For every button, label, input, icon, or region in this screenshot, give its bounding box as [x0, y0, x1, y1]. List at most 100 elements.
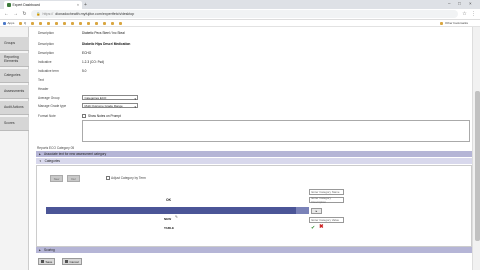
field-label: Description — [38, 31, 54, 35]
bookmark-item[interactable] — [119, 21, 123, 25]
browser-tab[interactable]: Expert Dashboard × — [4, 1, 82, 9]
close-window-button[interactable]: × — [469, 1, 472, 6]
field-label: Indicative — [38, 60, 52, 64]
notes-textarea[interactable] — [82, 120, 470, 142]
bookmark-icon — [55, 21, 59, 25]
bookmark-item[interactable] — [31, 21, 35, 25]
field-label: Indicative term — [38, 69, 59, 73]
page-scrollbar[interactable] — [472, 27, 480, 270]
bookmark-icon — [95, 21, 99, 25]
category-value-input[interactable]: Enter Category Value — [309, 217, 344, 223]
manage-grade-select[interactable]: Multi Outcome Grade Range ▾ — [82, 103, 138, 109]
bookmark-item[interactable] — [55, 21, 59, 25]
bookmark-icon — [119, 21, 123, 25]
accept-check-icon[interactable]: ✔ — [311, 225, 315, 231]
categories-section-bar[interactable]: ▼ Categories — [36, 158, 472, 164]
bookmark-icon — [87, 21, 91, 25]
collapse-triangle-icon: ▼ — [39, 159, 42, 163]
other-bookmarks[interactable]: Other bookmarks — [440, 21, 468, 25]
tab-close-icon[interactable]: × — [77, 3, 79, 7]
new-tab-button[interactable]: + — [84, 2, 87, 8]
category-item[interactable]: TABLE — [164, 226, 174, 230]
reject-x-icon[interactable]: ✖ — [319, 224, 324, 230]
sidebar-item-groups[interactable]: Groups — [0, 37, 29, 51]
dropdown-caret-icon: ▾ — [134, 96, 136, 101]
field-label: Description — [38, 51, 54, 55]
reload-icon[interactable]: ↻ — [22, 11, 27, 17]
tab-title: Expert Dashboard — [12, 3, 40, 7]
folder-icon — [440, 21, 444, 25]
associate-section-bar[interactable]: ▶ Associate text for new assessment cate… — [36, 151, 472, 157]
expand-triangle-icon: ▶ — [39, 248, 41, 252]
bookmark-item[interactable] — [111, 21, 115, 25]
sidebar-item-audit-actions[interactable]: Audit Actions — [0, 101, 29, 115]
cancel-icon — [65, 260, 68, 263]
show-notes-label: Show Notes on Prompt — [88, 114, 121, 118]
category-name-input[interactable]: Enter Category Name — [309, 189, 344, 195]
bookmark-icon — [71, 21, 75, 25]
show-notes-checkbox[interactable] — [82, 114, 86, 118]
average-group-label: Average Group — [38, 96, 60, 100]
url-field[interactable]: 🔒 https:// dionadochealth.myfujitor.com/… — [31, 10, 458, 18]
field-value: Diabetic Hips Descr/ Medication — [82, 42, 131, 46]
new-category-button[interactable]: New — [50, 175, 63, 182]
dropdown-caret-icon: ▾ — [134, 104, 136, 109]
adjust-category-label: Adjust Category by Term — [111, 176, 146, 180]
selected-category-row[interactable] — [46, 207, 296, 214]
manage-grade-label: Manage Grade type — [38, 104, 67, 108]
edit-pencil-icon[interactable]: ✎ — [175, 215, 178, 219]
bookmark-icon — [31, 21, 35, 25]
bookmark-icon — [39, 21, 43, 25]
save-button[interactable]: Save — [38, 258, 56, 265]
address-toolbar: ← → ↻ 🔒 https:// dionadochealth.myfujito… — [0, 9, 480, 20]
reports-label: Reports ECO Category 05 — [37, 146, 75, 150]
field-value: 1.2.3 (CO: Fsd) — [82, 60, 104, 64]
bookmark-icon — [79, 21, 83, 25]
bookmark-item[interactable] — [47, 21, 51, 25]
expand-triangle-icon: ▶ — [39, 152, 41, 156]
sidebar-item-categories[interactable]: Categories — [0, 69, 29, 83]
url-scheme: https:// — [42, 12, 54, 16]
ok-label: OK — [166, 198, 172, 202]
bookmark-item[interactable] — [95, 21, 99, 25]
scoring-section-bar[interactable]: ▶ Scoring — [36, 247, 472, 253]
field-value: 5.0 — [82, 69, 87, 73]
field-value: ECHO — [82, 51, 92, 55]
bookmark-icon — [47, 21, 51, 25]
delete-category-button[interactable]: Del — [67, 175, 80, 182]
bookmark-icon — [19, 21, 23, 25]
cancel-button[interactable]: Cancel — [62, 258, 82, 265]
forward-icon[interactable]: → — [13, 11, 18, 17]
url-text: dionadochealth.myfujitor.com/expertfetch… — [55, 12, 135, 16]
move-category-button[interactable]: ▸ — [311, 208, 322, 214]
bookmark-icon — [103, 21, 107, 25]
bookmark-item[interactable] — [39, 21, 43, 25]
scrollbar-thumb[interactable] — [474, 91, 480, 241]
apps-icon — [3, 21, 6, 25]
sidebar-item-scores[interactable]: Scores — [0, 117, 29, 131]
field-value: Diabetic Pecs Steel / Inc Steal — [82, 31, 125, 35]
star-icon[interactable]: ☆ — [462, 11, 467, 17]
category-description-input[interactable]: Enter Category Description — [309, 196, 344, 204]
bookmark-item[interactable] — [63, 21, 67, 25]
category-item[interactable]: NEW — [164, 217, 171, 221]
back-icon[interactable]: ← — [4, 11, 9, 17]
sidebar-item-reporting-elements[interactable]: Reporting Elements — [0, 53, 29, 67]
bookmark-icon — [63, 21, 67, 25]
bookmark-item[interactable]: Q — [19, 21, 26, 25]
bookmark-item[interactable] — [103, 21, 107, 25]
bookmark-item[interactable] — [79, 21, 83, 25]
menu-icon[interactable]: ⋮ — [471, 11, 476, 17]
adjust-category-checkbox[interactable] — [106, 176, 110, 180]
bookmark-item[interactable] — [87, 21, 91, 25]
field-label: Header — [38, 87, 49, 91]
category-row-end — [296, 207, 309, 214]
field-label: Text — [38, 78, 44, 82]
site-favicon-icon — [7, 3, 11, 7]
minimize-button[interactable]: – — [448, 1, 451, 6]
average-group-select[interactable]: Categories ECO ▾ — [82, 95, 138, 101]
bookmark-apps[interactable]: Apps — [3, 21, 14, 25]
maximize-button[interactable]: □ — [458, 1, 461, 6]
sidebar-item-assessments[interactable]: Assessments — [0, 85, 29, 99]
bookmark-item[interactable] — [71, 21, 75, 25]
